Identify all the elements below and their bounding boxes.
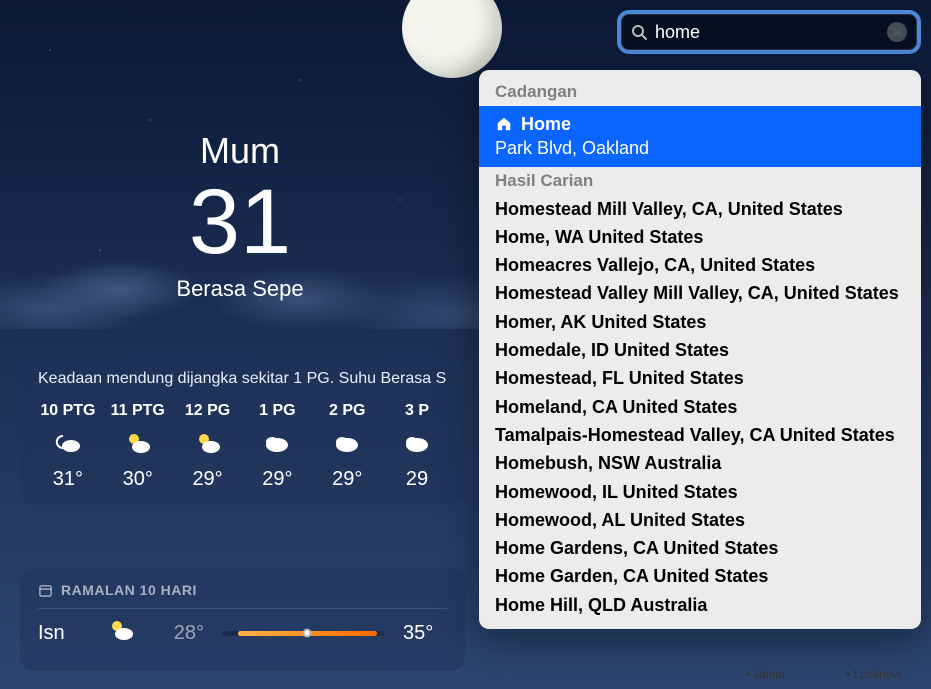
- day-high-temp: 35°: [403, 622, 447, 645]
- city-name: Mum: [0, 130, 480, 172]
- hour-column: 10 PTG 31°: [38, 402, 98, 491]
- suggestion-home-title: Home: [521, 112, 571, 136]
- search-result-item[interactable]: Homeland, CA United States: [479, 393, 921, 421]
- hour-column: 2 PG 29°: [317, 402, 377, 491]
- search-result-item[interactable]: Homewood, AL United States: [479, 506, 921, 534]
- results-header: Hasil Carian: [479, 167, 921, 195]
- hour-label: 2 PG: [329, 402, 365, 420]
- hour-temperature: 29°: [192, 468, 222, 491]
- temp-range-bar: [222, 631, 385, 636]
- search-result-item[interactable]: Home Gardens, CA United States: [479, 534, 921, 562]
- search-result-item[interactable]: Homer, AK United States: [479, 308, 921, 336]
- weather-icon: [193, 430, 223, 458]
- ten-day-header: RAMALAN 10 HARI: [38, 582, 447, 598]
- suggestions-header: Cadangan: [479, 78, 921, 106]
- search-result-item[interactable]: Home Garden, CA United States: [479, 562, 921, 590]
- hour-column: 3 P 29: [387, 402, 447, 491]
- weather-icon: [402, 430, 432, 458]
- hour-temperature: 29°: [262, 468, 292, 491]
- clear-search-button[interactable]: [887, 22, 907, 42]
- search-result-item[interactable]: Homebush, NSW Australia: [479, 449, 921, 477]
- hour-column: 11 PTG 30°: [108, 402, 168, 491]
- search-results-dropdown: Cadangan Home Park Blvd, Oakland Hasil C…: [479, 70, 921, 629]
- map-city-labels: Jaipur Lucknow: [746, 667, 901, 681]
- search-result-item[interactable]: Homestead Valley Mill Valley, CA, United…: [479, 279, 921, 307]
- hour-label: 1 PG: [259, 402, 295, 420]
- weather-icon: [53, 430, 83, 458]
- hour-column: 1 PG 29°: [247, 402, 307, 491]
- close-icon: [892, 27, 902, 37]
- search-result-item[interactable]: Home Hill, QLD Australia: [479, 591, 921, 619]
- weather-icon: [332, 430, 362, 458]
- weather-icon: [123, 430, 153, 458]
- map-label-lucknow: Lucknow: [846, 667, 901, 681]
- hourly-forecast-panel: Keadaan mendung dijangka sekitar 1 PG. S…: [20, 356, 465, 505]
- search-result-item[interactable]: Homestead, FL United States: [479, 364, 921, 392]
- hour-temperature: 29: [406, 468, 428, 491]
- hour-temperature: 31°: [53, 468, 83, 491]
- search-result-item[interactable]: Homeacres Vallejo, CA, United States: [479, 251, 921, 279]
- hour-temperature: 30°: [123, 468, 153, 491]
- weather-icon: [262, 430, 292, 458]
- search-field[interactable]: [621, 14, 917, 50]
- hour-label: 10 PTG: [40, 402, 95, 420]
- search-result-item[interactable]: Homewood, IL United States: [479, 478, 921, 506]
- feels-like-label: Berasa Sepe: [0, 276, 480, 302]
- home-icon: [495, 115, 513, 133]
- day-low-temp: 28°: [160, 622, 204, 645]
- suggestion-home[interactable]: Home Park Blvd, Oakland: [479, 106, 921, 167]
- suggestion-home-subtitle: Park Blvd, Oakland: [495, 136, 905, 160]
- weather-icon: [106, 617, 142, 649]
- hour-column: 12 PG 29°: [178, 402, 238, 491]
- day-forecast-row[interactable]: Isn 28° 35°: [38, 608, 447, 657]
- search-result-item[interactable]: Home, WA United States: [479, 223, 921, 251]
- current-weather: Mum 31 Berasa Sepe: [0, 130, 480, 302]
- map-label-jaipur: Jaipur: [746, 667, 786, 681]
- calendar-icon: [38, 583, 53, 598]
- hour-label: 12 PG: [185, 402, 230, 420]
- hour-label: 3 P: [405, 402, 429, 420]
- ten-day-header-text: RAMALAN 10 HARI: [61, 582, 197, 598]
- search-input[interactable]: [655, 22, 887, 43]
- ten-day-forecast-panel: RAMALAN 10 HARI Isn 28° 35°: [20, 568, 465, 671]
- forecast-summary: Keadaan mendung dijangka sekitar 1 PG. S…: [38, 370, 447, 388]
- hour-temperature: 29°: [332, 468, 362, 491]
- day-name: Isn: [38, 622, 88, 645]
- hour-label: 11 PTG: [111, 402, 165, 420]
- search-result-item[interactable]: Tamalpais-Homestead Valley, CA United St…: [479, 421, 921, 449]
- current-temperature: 31: [0, 176, 480, 268]
- hourly-row: 10 PTG 31° 11 PTG 30° 12 PG 29° 1 PG 29° 2 PG 29°…: [38, 402, 447, 491]
- search-result-item[interactable]: Homedale, ID United States: [479, 336, 921, 364]
- search-icon: [631, 24, 647, 40]
- search-result-item[interactable]: Homestead Mill Valley, CA, United States: [479, 195, 921, 223]
